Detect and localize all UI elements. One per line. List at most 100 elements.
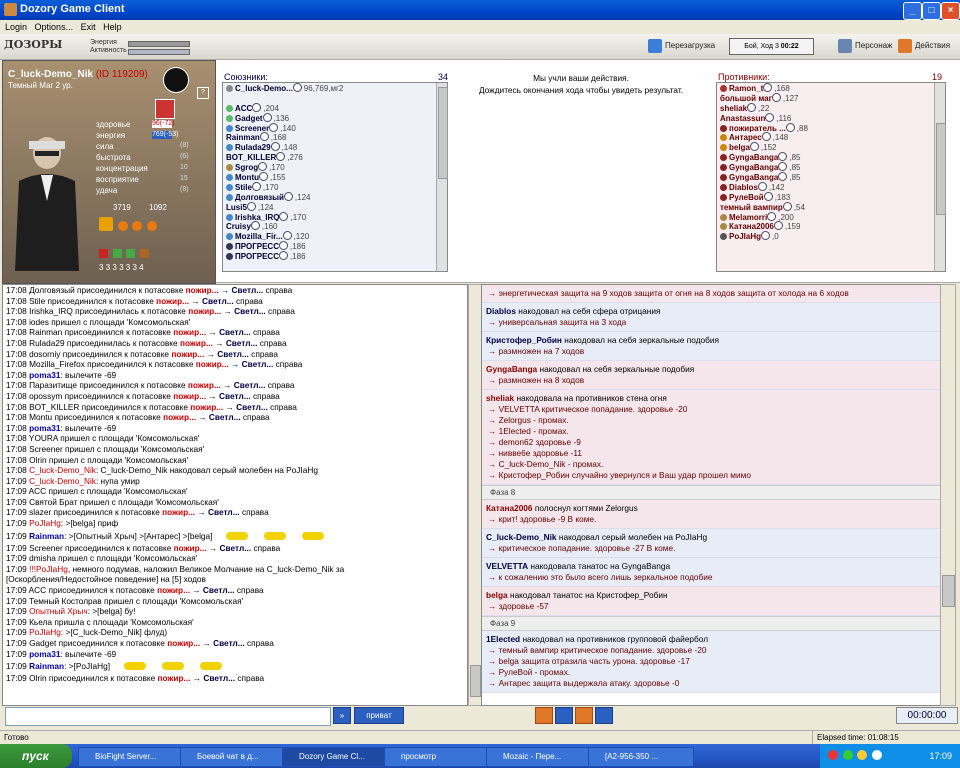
task-item[interactable]: Боевой чат в д... <box>180 747 286 767</box>
allies-row[interactable]: Screener ,140 <box>223 122 447 132</box>
allies-row[interactable]: ACC ,204 <box>223 102 447 113</box>
enemies-row[interactable]: sheliak ,22 <box>717 102 945 113</box>
info-icon[interactable] <box>251 181 261 191</box>
info-icon[interactable] <box>276 152 286 162</box>
action-icon-1[interactable] <box>535 707 553 724</box>
close-button[interactable]: × <box>941 2 960 20</box>
enemies-row[interactable]: GyngaBanga ,85 <box>717 152 945 162</box>
allies-row[interactable]: Mozilla_Fir... ,120 <box>223 231 447 241</box>
info-icon[interactable] <box>270 142 280 152</box>
chat-input[interactable] <box>5 707 331 726</box>
info-icon[interactable] <box>778 162 788 172</box>
info-icon[interactable] <box>778 172 788 182</box>
info-icon[interactable] <box>292 83 302 92</box>
character-button[interactable]: Персонаж <box>838 38 892 54</box>
task-item[interactable]: просмотр <box>384 747 490 767</box>
gift-icon[interactable] <box>155 99 175 119</box>
info-icon[interactable] <box>279 211 289 221</box>
enemies-row[interactable]: belga ,152 <box>717 142 945 152</box>
enemies-row[interactable]: Melamorri ,200 <box>717 211 945 221</box>
info-icon[interactable] <box>250 221 260 231</box>
enemies-row[interactable]: Diablos ,142 <box>717 181 945 192</box>
task-item[interactable]: Mozaic - Пере... <box>486 747 592 767</box>
enemies-row[interactable]: Антарес ,148 <box>717 132 945 142</box>
info-icon[interactable] <box>763 191 773 201</box>
info-icon[interactable] <box>785 122 795 132</box>
private-button[interactable]: привaт <box>354 707 404 724</box>
allies-row[interactable]: BOT_KILLER ,276 <box>223 152 447 162</box>
enemies-row[interactable]: Anastassun ,116 <box>717 112 945 123</box>
info-icon[interactable] <box>259 132 269 142</box>
enemies-row[interactable]: Катана2006 ,159 <box>717 221 945 231</box>
help-icon[interactable]: ? <box>197 87 209 99</box>
actions-button[interactable]: Действия <box>898 38 950 54</box>
menu-options[interactable]: Options... <box>35 20 74 34</box>
info-icon[interactable] <box>283 191 293 201</box>
info-icon[interactable] <box>765 112 775 122</box>
send-arrow-button[interactable]: » <box>333 707 351 724</box>
info-icon[interactable] <box>763 83 773 92</box>
enemies-scrollbar[interactable] <box>934 83 946 271</box>
info-icon[interactable] <box>773 221 783 231</box>
chat-scrollbar[interactable] <box>468 284 482 706</box>
info-icon[interactable] <box>757 181 767 191</box>
enemies-row[interactable]: GyngaBanga ,85 <box>717 162 945 172</box>
allies-row[interactable]: Montu ,155 <box>223 172 447 182</box>
menu-exit[interactable]: Exit <box>81 20 96 34</box>
reload-button[interactable]: Перезагрузка <box>648 38 715 54</box>
info-icon[interactable] <box>767 211 777 221</box>
tray-icon[interactable] <box>871 750 882 760</box>
allies-row[interactable]: ПРОГРЕСС ,186 <box>223 241 447 251</box>
action-icon-2[interactable] <box>555 707 573 724</box>
enemies-row[interactable]: темный вампир ,54 <box>717 201 945 212</box>
allies-row[interactable]: Cruisy ,160 <box>223 221 447 231</box>
info-icon[interactable] <box>278 241 288 251</box>
info-icon[interactable] <box>782 201 792 211</box>
enemies-row[interactable]: GyngaBanga ,85 <box>717 172 945 182</box>
maximize-button[interactable]: □ <box>922 2 941 20</box>
task-item[interactable]: [A2-956-350 ... <box>588 747 694 767</box>
allies-row[interactable]: Sgrog ,170 <box>223 162 447 172</box>
tray-icon[interactable] <box>857 750 868 760</box>
info-icon[interactable] <box>258 162 268 172</box>
allies-row[interactable]: Stile ,170 <box>223 181 447 192</box>
info-icon[interactable] <box>259 172 268 182</box>
enemies-row[interactable]: Ramon_t ,168 <box>717 83 945 93</box>
tray-icon[interactable] <box>828 750 838 760</box>
allies-row[interactable] <box>223 93 447 103</box>
allies-row[interactable]: Gadget ,136 <box>223 112 447 123</box>
action-icon-4[interactable] <box>595 707 613 724</box>
action-icon-3[interactable] <box>575 707 593 724</box>
info-icon[interactable] <box>282 231 292 241</box>
menu-login[interactable]: Login <box>5 20 27 34</box>
info-icon[interactable] <box>747 102 757 112</box>
info-icon[interactable] <box>262 112 272 122</box>
enemies-row[interactable]: пожиратель ... ,88 <box>717 122 945 132</box>
allies-row[interactable]: Rainman ,168 <box>223 132 447 142</box>
tray-icon[interactable] <box>842 750 853 760</box>
info-icon[interactable] <box>252 102 262 112</box>
allies-scrollbar[interactable] <box>436 83 448 271</box>
info-icon[interactable] <box>761 132 771 142</box>
allies-row[interactable]: Irishka_IRQ ,170 <box>223 211 447 221</box>
start-button[interactable]: пуск <box>0 744 72 768</box>
info-icon[interactable] <box>749 142 759 152</box>
allies-row[interactable]: Lusi5 ,124 <box>223 201 447 212</box>
info-icon[interactable] <box>278 251 288 261</box>
info-icon[interactable] <box>246 201 256 211</box>
minimize-button[interactable]: _ <box>903 2 922 20</box>
task-item[interactable]: BioFight Server... <box>78 747 184 767</box>
allies-row[interactable]: ПРОГРЕСС ,186 <box>223 251 447 261</box>
allies-row[interactable]: Долговязый ,124 <box>223 191 447 202</box>
menu-help[interactable]: Help <box>103 20 122 34</box>
info-icon[interactable] <box>761 231 771 241</box>
enemies-row[interactable]: PoJIaHg ,0 <box>717 231 945 241</box>
info-icon[interactable] <box>269 122 279 132</box>
allies-row[interactable]: C_luck-Demo... 96,769,мг2 <box>223 83 447 93</box>
info-icon[interactable] <box>778 152 788 162</box>
allies-row[interactable]: Rulada29 ,148 <box>223 142 447 152</box>
info-icon[interactable] <box>771 92 781 102</box>
battle-scrollbar[interactable] <box>940 284 956 706</box>
enemies-row[interactable]: большой маг ,127 <box>717 92 945 103</box>
enemies-row[interactable]: РулеВой ,183 <box>717 191 945 202</box>
